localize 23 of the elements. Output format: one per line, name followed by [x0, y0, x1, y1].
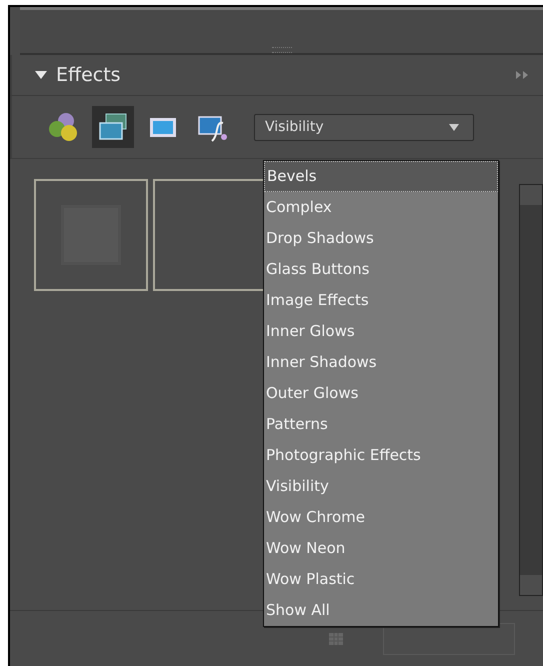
menu-item[interactable]: Wow Plastic [264, 564, 498, 595]
menu-item[interactable]: Show All [264, 595, 498, 626]
menu-item[interactable]: Wow Chrome [264, 502, 498, 533]
menu-item[interactable]: Wow Neon [264, 533, 498, 564]
menu-item[interactable]: Visibility [264, 471, 498, 502]
menu-item[interactable]: Photographic Effects [264, 440, 498, 471]
menu-item[interactable]: Inner Shadows [264, 347, 498, 378]
panel-menu-icon[interactable] [515, 70, 529, 80]
disclosure-triangle-icon[interactable] [34, 70, 48, 80]
menu-item[interactable]: Image Effects [264, 285, 498, 316]
menu-item[interactable]: Bevels [264, 161, 498, 192]
menu-item[interactable]: Glass Buttons [264, 254, 498, 285]
panel-title: Effects [56, 64, 122, 86]
menu-item[interactable]: Inner Glows [264, 316, 498, 347]
menu-item[interactable]: Patterns [264, 409, 498, 440]
grip-handle[interactable] [272, 47, 292, 53]
caret-icon [449, 124, 459, 130]
menu-item[interactable]: Complex [264, 192, 498, 223]
effect-thumbnail[interactable] [34, 179, 148, 291]
menu-item[interactable]: Outer Glows [264, 378, 498, 409]
category-dropdown[interactable]: Visibility [254, 114, 474, 140]
menu-item[interactable]: Drop Shadows [264, 223, 498, 254]
effects-tab[interactable] [92, 106, 134, 148]
